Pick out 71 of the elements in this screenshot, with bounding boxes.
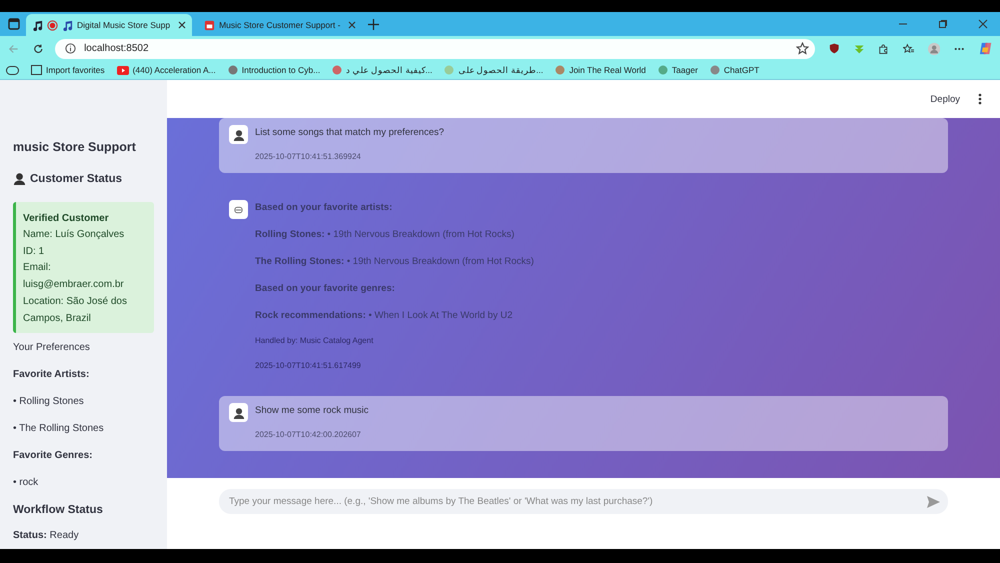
preferences-label: Your Preferences: [13, 341, 91, 356]
puzzle-icon[interactable]: [878, 42, 889, 54]
restore-icon[interactable]: [938, 19, 948, 29]
timestamp: 2025-10-07T10:42:00.202607: [255, 429, 362, 441]
user-avatar-icon: [229, 125, 248, 144]
timestamp: 2025-10-07T10:41:51.617499: [255, 360, 362, 372]
artist-item: • Rolling Stones: [13, 395, 85, 410]
chat-input[interactable]: Type your message here... (e.g., 'Show me albums by The Beatles' or 'What was my last purchase?'): [219, 489, 948, 514]
bookmark[interactable]: Join The Real World: [555, 65, 646, 75]
browser-tab[interactable]: Music Store Customer Support -: [198, 14, 362, 36]
customer-detail: Email:: [23, 261, 52, 276]
section-heading: Workflow Status: [13, 503, 104, 518]
bookmark[interactable]: Taager: [658, 65, 698, 75]
site-icon: [332, 65, 342, 75]
user-avatar-icon: [229, 403, 248, 422]
shield-icon[interactable]: [829, 42, 840, 55]
star-icon[interactable]: [796, 42, 810, 55]
genres-heading: Favorite Genres:: [13, 449, 94, 464]
message-text: Rolling Stones: • 19th Nervous Breakdown (from Hot Rocks): [255, 228, 516, 242]
tab-actions-icon[interactable]: [8, 18, 20, 30]
site-icon: [444, 65, 454, 75]
message-text: List some songs that match my preferences?: [255, 126, 444, 140]
bookmark[interactable]: (440) Acceleration A...: [116, 65, 216, 75]
timestamp: 2025-10-07T10:41:51.369924: [255, 151, 362, 163]
close-icon[interactable]: [978, 19, 988, 29]
artist-item: • The Rolling Stones: [13, 422, 105, 436]
customer-detail: Campos, Brazil: [23, 312, 92, 326]
customer-detail: Name: Luís Gonçalves: [23, 228, 126, 242]
music-note-icon: [32, 20, 43, 30]
artists-heading: Favorite Artists:: [13, 368, 90, 382]
info-icon: [65, 43, 76, 54]
address-bar[interactable]: localhost:8502: [55, 38, 816, 58]
customer-detail: ID: 1: [23, 244, 46, 259]
customer-detail: luisg@embraer.com.br: [23, 278, 125, 292]
message-text: Rock recommendations: • When I Look At The World by U2: [255, 309, 514, 323]
more-icon[interactable]: [954, 46, 965, 50]
deploy-button[interactable]: Deploy: [926, 90, 964, 108]
document-icon: [204, 20, 216, 30]
sidebar-title: music Store Support: [13, 140, 137, 154]
site-icon: [555, 65, 566, 75]
workflow-status: Status: Ready: [13, 529, 80, 544]
message-text: Based on your favorite artists:: [255, 201, 394, 215]
browser-tab[interactable]: Digital Music Store Supp: [26, 14, 192, 36]
customer-detail: Location: São José dos: [23, 294, 128, 309]
music-note-icon: [62, 20, 73, 30]
play-icon: [116, 66, 129, 74]
send-icon[interactable]: [927, 496, 940, 508]
bookmark[interactable]: ChatGPT: [710, 65, 760, 75]
site-icon: [228, 65, 238, 75]
menu-icon[interactable]: [978, 93, 982, 105]
message-text: The Rolling Stones: • 19th Nervous Breakdown (from Hot Rocks): [255, 255, 534, 269]
message-text: Show me some rock music: [255, 404, 369, 418]
handled-by-text: Handled by: Music Catalog Agent: [255, 335, 374, 347]
bookmark[interactable]: Import favorites: [31, 65, 105, 75]
user-icon: [13, 172, 26, 185]
site-icon: [658, 65, 668, 75]
recording-icon: [47, 20, 58, 30]
bookmark[interactable]: كيفية الحصول علي د...: [332, 65, 432, 75]
genre-item: • rock: [13, 476, 40, 490]
site-icon: [710, 65, 720, 75]
card-title: Verified Customer: [23, 212, 110, 226]
new-tab-icon[interactable]: [368, 18, 380, 30]
close-icon[interactable]: [178, 21, 186, 29]
close-icon[interactable]: [348, 21, 356, 29]
section-heading: Customer Status: [30, 172, 122, 184]
bookmark[interactable]: طريقة الحصول على...: [444, 65, 544, 75]
favorites-icon[interactable]: [902, 42, 914, 54]
reload-icon[interactable]: [32, 42, 44, 54]
message-text: Based on your favorite genres:: [255, 282, 396, 296]
bookmark[interactable]: Introduction to Cyb...: [228, 65, 320, 75]
profile-icon[interactable]: [928, 42, 940, 56]
